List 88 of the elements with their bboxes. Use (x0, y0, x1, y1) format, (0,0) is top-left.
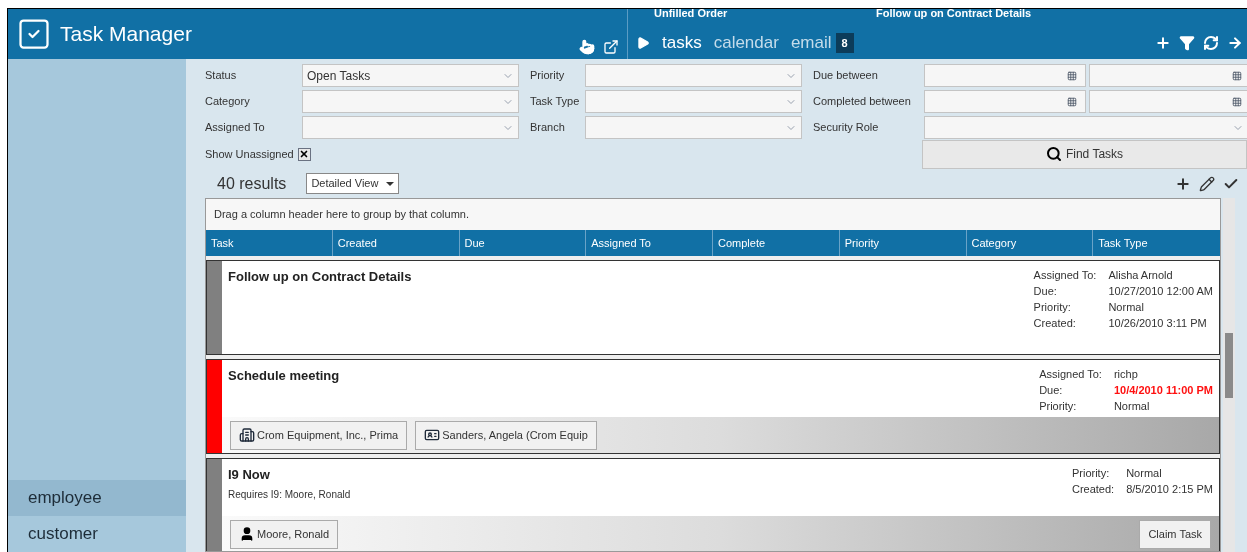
x-mark-icon (299, 149, 310, 159)
dropdown-field[interactable] (302, 116, 519, 139)
detail-label: Due: (1039, 383, 1064, 398)
detail-value: richp (1113, 367, 1139, 382)
date-field[interactable] (924, 90, 1086, 113)
date-field[interactable] (1089, 64, 1247, 87)
detail-value: 10/4/2010 11:00 PM (1113, 383, 1213, 398)
scrollbar-thumb[interactable] (1225, 333, 1233, 398)
field-value: Open Tasks (307, 67, 371, 85)
detail-label: Due: (1033, 284, 1058, 299)
filter-label: Branch (530, 120, 566, 136)
filter-label: Assigned To (205, 120, 266, 136)
detail-value: 10/27/2010 12:00 AM (1108, 284, 1213, 299)
open-tab[interactable]: Follow up on Contract Details (876, 9, 1032, 27)
filter-icon[interactable] (1179, 35, 1195, 51)
detail-label: Created: (1033, 316, 1077, 331)
person-icon (239, 526, 255, 542)
detail-value: Alisha Arnold (1108, 268, 1174, 283)
dropdown-field[interactable] (924, 116, 1247, 139)
arrow-right-icon[interactable] (1227, 35, 1243, 51)
count-badge: 8 (835, 32, 854, 54)
task-title: I9 Now (228, 466, 271, 484)
search-icon (1045, 146, 1062, 162)
checkbox-label: Show Unassigned (205, 146, 294, 162)
filter-label: Security Role (813, 120, 880, 136)
pencil-icon[interactable] (1199, 175, 1215, 192)
date-field[interactable] (1089, 90, 1247, 113)
related-record-button[interactable]: Sanders, Angela (Crom Equip (415, 420, 597, 450)
external-link-icon[interactable] (603, 39, 619, 55)
app-title: Task Manager (60, 21, 192, 48)
calendar-icon (1067, 96, 1077, 107)
calendar-icon (1232, 70, 1242, 81)
task-subtitle: Requires I9: Moore, Ronald (228, 487, 351, 502)
caret-icon (386, 181, 395, 186)
filter-label: Due between (813, 68, 879, 84)
filter-label: Priority (530, 68, 566, 84)
dropdown-field[interactable] (585, 64, 802, 87)
task-title: Follow up on Contract Details (228, 268, 412, 286)
filter-label: Completed between (813, 94, 912, 110)
play-icon[interactable] (636, 36, 650, 50)
detail-label: Priority: (1039, 399, 1078, 414)
related-record-button[interactable]: Crom Equipment, Inc., Prima (230, 420, 408, 450)
calendar-icon (1232, 96, 1242, 107)
filter-label: Task Type (530, 94, 581, 110)
detail-value: Normal (1108, 300, 1145, 315)
task-card[interactable]: I9 Now Requires I9: Moore, Ronald Priority: Normal Created: 8/5/2010 2:15 PM Moore, Ronald Claim Task (206, 458, 1220, 551)
detail-label: Priority: (1033, 300, 1072, 315)
detail-value: 8/5/2010 2:15 PM (1126, 482, 1213, 497)
find-tasks-button[interactable]: Find Tasks (922, 139, 1247, 169)
detail-value: 10/26/2010 3:11 PM (1108, 316, 1208, 331)
date-field[interactable] (924, 64, 1086, 87)
results-count: 40 results (217, 173, 287, 194)
detail-label: Assigned To: (1039, 367, 1102, 382)
filter-label: Status (205, 68, 238, 84)
column-header[interactable]: Task Type (1093, 230, 1220, 256)
view-dropdown[interactable]: Detailed View (306, 173, 400, 194)
calendar-icon (1067, 70, 1077, 81)
nav-tab[interactable]: tasks (662, 30, 702, 56)
nav-tab[interactable]: calendar (713, 30, 779, 56)
related-record-button[interactable]: Moore, Ronald (230, 519, 339, 549)
nav-tab[interactable]: email (790, 30, 832, 56)
detail-label: Priority: (1071, 466, 1111, 481)
id-card-icon (424, 427, 441, 443)
checkbox-logo-icon (16, 16, 52, 52)
task-title: Schedule meeting (228, 367, 340, 385)
open-tab[interactable]: Unfilled Order (654, 9, 876, 27)
detail-value: Normal (1126, 466, 1163, 481)
dropdown-field[interactable] (585, 90, 802, 113)
dropdown-field[interactable]: Open Tasks (302, 64, 519, 87)
group-by-bar: Drag a column header here to group by that column. (206, 199, 1220, 230)
detail-value: Normal (1113, 399, 1151, 414)
hand-pointer-icon[interactable] (579, 39, 595, 55)
refresh-icon[interactable] (1203, 35, 1219, 51)
task-card[interactable]: Follow up on Contract Details Assigned To: Alisha Arnold Due: 10/27/2010 12:00 AM Priority: Normal Created: 10/26/2010 3:11 PM (206, 260, 1220, 355)
sidebar-item[interactable]: employee (8, 480, 186, 516)
building-icon (239, 427, 255, 443)
task-card[interactable]: Schedule meeting Assigned To: richp Due: 10/4/2010 11:00 PM Priority: Normal Crom Equipment, Inc., Prima Sanders, Angela (Crom Equip (206, 359, 1220, 454)
dropdown-field[interactable] (302, 90, 519, 113)
detail-label: Assigned To: (1033, 268, 1097, 283)
filter-label: Category (205, 94, 251, 110)
dropdown-field[interactable] (585, 116, 802, 139)
claim-task-button[interactable]: Claim Task (1139, 519, 1211, 549)
scrollbar[interactable] (1223, 198, 1235, 552)
add-icon[interactable] (1155, 35, 1171, 51)
sidebar-item[interactable]: customer (8, 516, 186, 552)
detail-label: Created: (1071, 482, 1115, 497)
add-icon[interactable] (1175, 175, 1191, 192)
show-unassigned-checkbox[interactable] (297, 147, 311, 161)
